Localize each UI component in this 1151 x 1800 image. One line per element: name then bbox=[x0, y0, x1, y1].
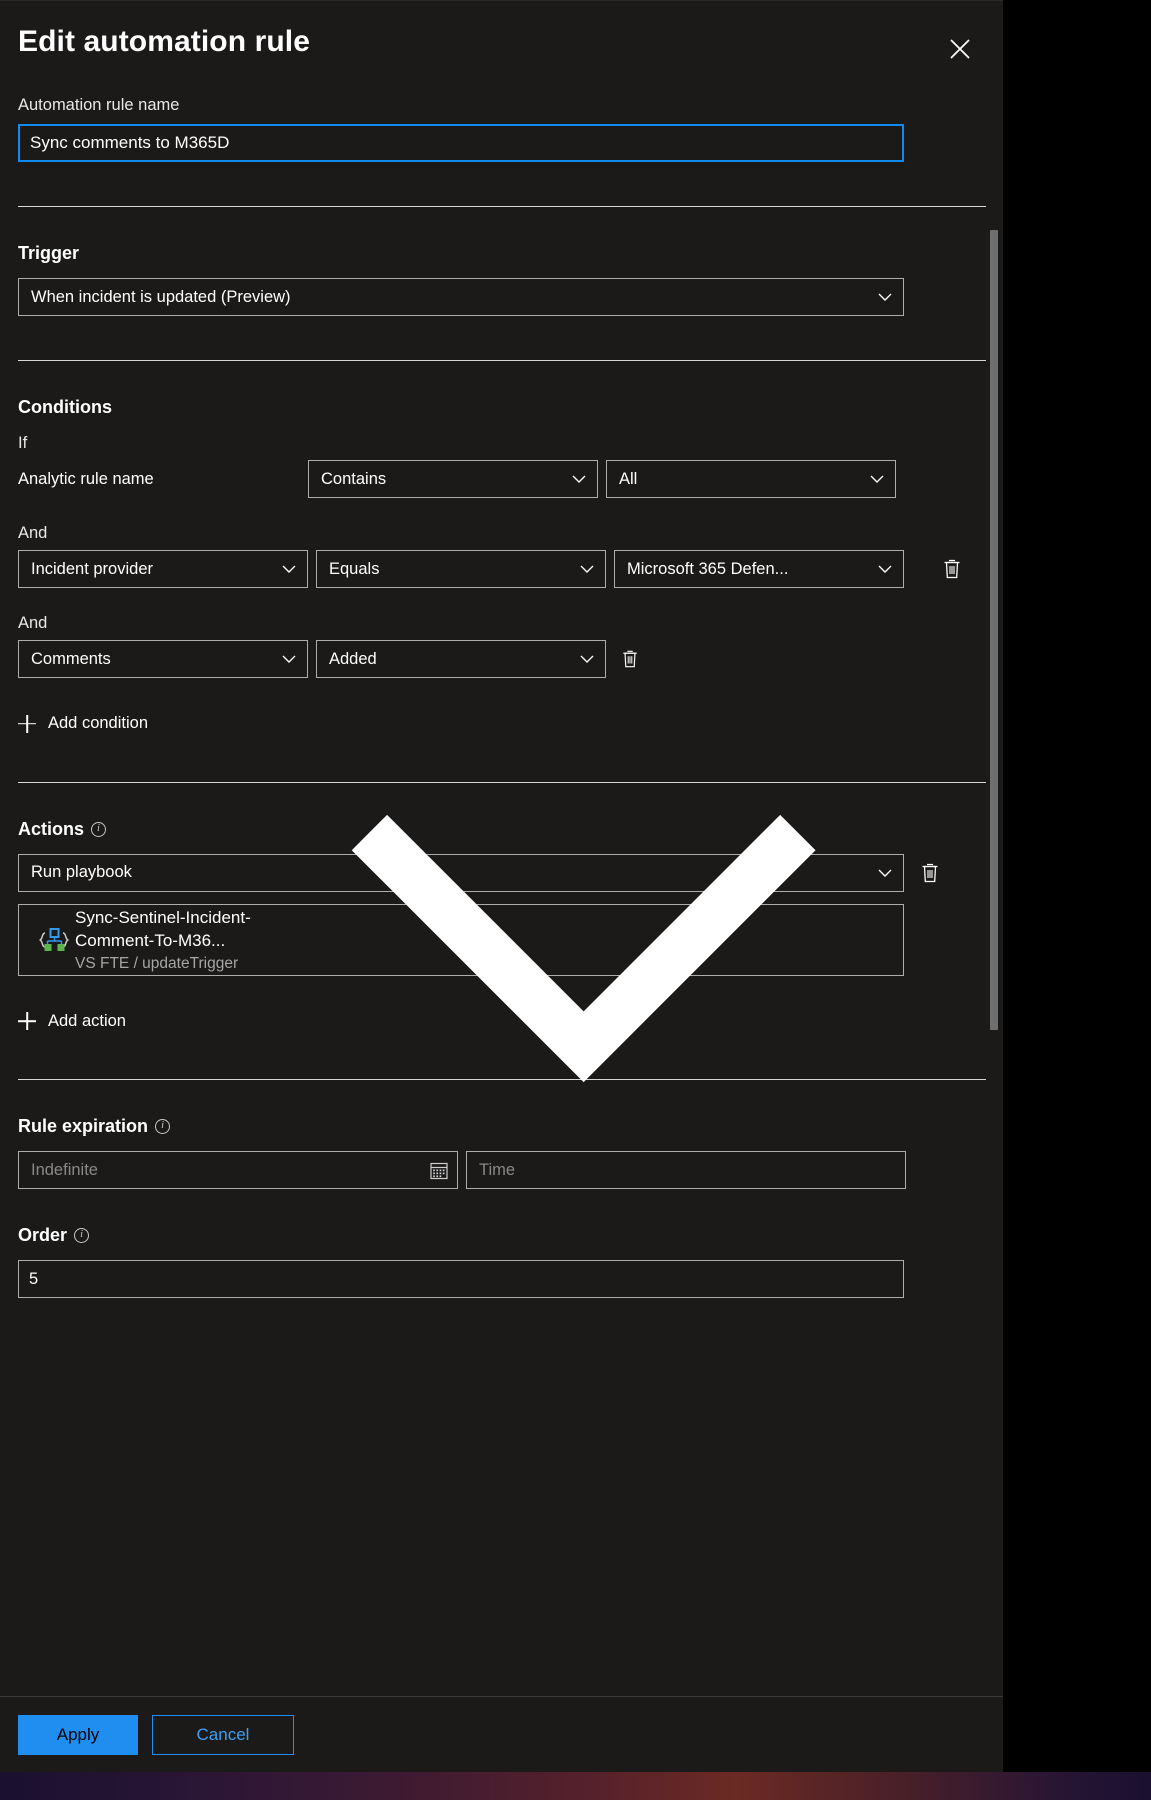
chevron-down-icon bbox=[870, 475, 884, 483]
chevron-down-icon bbox=[878, 293, 892, 301]
info-icon[interactable]: i bbox=[74, 1228, 90, 1243]
condition-row: Incident provider Equals Microsoft 365 D… bbox=[18, 550, 985, 588]
chevron-down-icon bbox=[878, 565, 892, 573]
condition-conjunction-if: If bbox=[18, 434, 28, 452]
add-action-button[interactable]: Add action bbox=[18, 1008, 126, 1035]
condition-value-select[interactable]: Microsoft 365 Defen... bbox=[614, 550, 904, 588]
blade-footer: Apply Cancel bbox=[0, 1696, 1003, 1772]
automation-rule-name-input[interactable] bbox=[18, 124, 904, 162]
chevron-down-icon bbox=[282, 655, 296, 663]
delete-action-button[interactable] bbox=[912, 854, 948, 892]
playbook-select[interactable]: Sync-Sentinel-Incident-Comment-To-M36...… bbox=[18, 814, 904, 1082]
condition-property-value: Comments bbox=[31, 649, 111, 668]
actions-heading-label: Actions bbox=[18, 818, 85, 839]
edit-automation-rule-blade: Edit automation rule Automation rule nam… bbox=[0, 0, 1003, 1772]
info-icon[interactable]: i bbox=[91, 821, 107, 837]
conditions-heading: Conditions bbox=[18, 397, 985, 418]
plus-icon bbox=[18, 715, 36, 733]
rule-expiration-heading-label: Rule expiration bbox=[18, 1116, 149, 1136]
info-icon[interactable]: i bbox=[155, 1119, 171, 1134]
condition-conjunction-and: And bbox=[18, 614, 48, 632]
condition-value-text: All bbox=[619, 469, 638, 488]
blade-top-border bbox=[0, 0, 1003, 8]
condition-row: Analytic rule name Contains All bbox=[18, 460, 985, 498]
condition-value-text: Microsoft 365 Defen... bbox=[627, 559, 789, 578]
condition-operator-select[interactable]: Contains bbox=[308, 460, 598, 498]
condition-property-select[interactable]: Incident provider bbox=[18, 550, 308, 588]
cancel-button[interactable]: Cancel bbox=[152, 1714, 294, 1755]
automation-rule-name-label: Automation rule name bbox=[18, 96, 180, 114]
close-icon[interactable] bbox=[943, 32, 977, 66]
trash-icon bbox=[922, 863, 938, 882]
playbook-subtitle: VS FTE / updateTrigger bbox=[75, 954, 239, 972]
condition-operator-select[interactable]: Equals bbox=[316, 550, 606, 588]
plus-icon bbox=[18, 1012, 36, 1030]
trigger-heading: Trigger bbox=[18, 243, 985, 264]
condition-operator-value: Contains bbox=[321, 469, 387, 488]
order-heading: Order i bbox=[18, 1225, 985, 1246]
desktop-background bbox=[1003, 0, 1151, 1772]
condition-property-value: Incident provider bbox=[31, 559, 153, 578]
logic-app-icon bbox=[33, 923, 75, 957]
add-condition-button[interactable]: Add condition bbox=[18, 710, 148, 737]
expiration-date-input[interactable]: Indefinite bbox=[18, 1151, 458, 1189]
trigger-heading-label: Trigger bbox=[18, 243, 80, 263]
page-title: Edit automation rule bbox=[18, 25, 311, 58]
trigger-select[interactable]: When incident is updated (Preview) bbox=[18, 278, 904, 316]
blade-header: Edit automation rule bbox=[0, 8, 1003, 94]
apply-button[interactable]: Apply bbox=[18, 1714, 138, 1755]
conditions-heading-label: Conditions bbox=[18, 397, 112, 417]
chevron-down-icon bbox=[580, 565, 594, 573]
blade-content: Automation rule name Trigger When incide… bbox=[0, 94, 1003, 1696]
chevron-down-icon bbox=[351, 814, 816, 1082]
expiration-date-placeholder: Indefinite bbox=[31, 1160, 98, 1179]
order-value: 5 bbox=[29, 1269, 39, 1288]
trash-icon bbox=[944, 559, 960, 579]
add-action-label: Add action bbox=[48, 1011, 126, 1030]
condition-conjunction-and: And bbox=[18, 524, 48, 542]
chevron-down-icon bbox=[878, 869, 892, 877]
scrollbar-thumb[interactable] bbox=[990, 230, 998, 1030]
delete-condition-button[interactable] bbox=[934, 550, 970, 588]
calendar-icon[interactable] bbox=[429, 1160, 449, 1180]
condition-operator-value: Equals bbox=[329, 559, 380, 578]
add-condition-label: Add condition bbox=[48, 714, 148, 732]
condition-value-select[interactable]: All bbox=[606, 460, 896, 498]
trigger-select-value: When incident is updated (Preview) bbox=[31, 287, 291, 306]
order-input[interactable]: 5 bbox=[18, 1260, 904, 1298]
order-heading-label: Order bbox=[18, 1225, 68, 1245]
chevron-down-icon bbox=[282, 565, 296, 573]
condition-property-select[interactable]: Comments bbox=[18, 640, 308, 678]
action-type-value: Run playbook bbox=[31, 863, 132, 881]
desktop-taskbar-strip bbox=[0, 1772, 1151, 1800]
condition-property-static: Analytic rule name bbox=[18, 469, 154, 488]
playbook-name: Sync-Sentinel-Incident-Comment-To-M36... bbox=[75, 907, 251, 950]
chevron-down-icon bbox=[572, 475, 586, 483]
